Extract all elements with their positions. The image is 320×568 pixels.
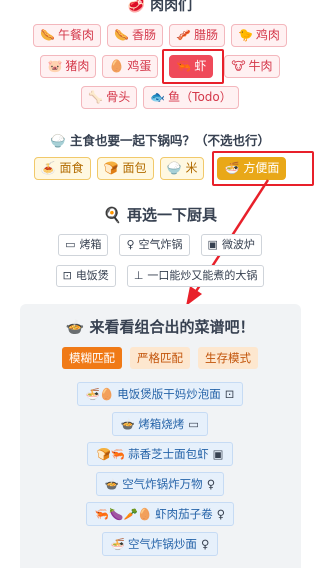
oven-icon: ▭ — [188, 417, 200, 431]
meat-chip-sausage[interactable]: 🌭 香肠 — [107, 24, 163, 47]
recipe-label: 电饭煲版干妈炒泡面 — [117, 387, 221, 401]
rice-cooker-icon: ⊡ — [62, 269, 72, 282]
chip-label: 一口能炒又能煮的大锅 — [147, 269, 258, 282]
tool-chip-microwave[interactable]: ▣ 微波炉 — [200, 234, 262, 256]
chick-icon: 🐤 — [237, 28, 253, 42]
air-fryer-icon: ♀ — [126, 238, 135, 251]
bacon-icon: 🥓 — [176, 28, 191, 42]
chip-label: 猪肉 — [65, 59, 90, 73]
recipe-emoji-icons: 🍲 — [104, 477, 120, 491]
recipe-emoji-icons: 🍲 — [120, 417, 136, 431]
tool-chip-air-fryer[interactable]: ♀ 空气炸锅 — [119, 234, 190, 256]
meat-row-1: 🌭 午餐肉 🌭 香肠 🥓 腊肠 🐤 鸡肉 — [0, 24, 320, 47]
air-fryer-icon: ♀ — [206, 477, 216, 491]
chip-label: 牛肉 — [248, 59, 273, 73]
spaghetti-icon: 🍝 — [40, 161, 56, 175]
meat-chip-egg[interactable]: 🥚 鸡蛋 — [102, 55, 159, 78]
combo-title: 🍲 来看看组合出的菜谱吧！ — [65, 318, 255, 336]
recipe-emoji-icons: 🍜 — [110, 537, 125, 551]
recipe-panel — [20, 304, 301, 568]
meat-row-3: 🦴 骨头 🐟 鱼（Todo） — [0, 86, 320, 109]
egg-icon: 🥚 — [109, 59, 125, 73]
chip-label: 香肠 — [131, 28, 156, 42]
chip-label: 骨头 — [106, 90, 131, 104]
meat-chip-lunch-meat[interactable]: 🌭 午餐肉 — [33, 24, 102, 47]
mode-survival-button[interactable]: 生存模式 — [198, 347, 258, 369]
meat-chip-bone[interactable]: 🦴 骨头 — [81, 86, 138, 109]
chip-label: 鸡肉 — [255, 28, 280, 42]
recipe-label: 空气炸锅炒面 — [127, 537, 197, 551]
tool-chip-oven[interactable]: ▭ 烤箱 — [58, 234, 109, 256]
recipe-label: 蒜香芝士面包虾 — [128, 447, 209, 461]
microwave-icon: ▣ — [212, 447, 224, 461]
staples-title: 🍚 主食也要一起下锅吗？（不选也行） — [50, 133, 270, 148]
recipe-row-3: 🍞🦐 蒜香芝士面包虾 ▣ — [0, 442, 320, 466]
staple-chip-bread[interactable]: 🍞 面包 — [96, 157, 154, 180]
recipe-label: 虾肉茄子卷 — [155, 507, 213, 521]
microwave-icon: ▣ — [207, 238, 218, 251]
chip-label: 鱼（Todo） — [168, 90, 232, 104]
meat-chip-fish[interactable]: 🐟 鱼（Todo） — [143, 86, 239, 109]
fish-icon: 🐟 — [150, 90, 166, 104]
recipe-item[interactable]: 🍲 空气炸锅炸万物 ♀ — [95, 472, 225, 496]
rice-icon: 🍚 — [166, 161, 182, 175]
chip-label: 面食 — [59, 161, 84, 175]
chip-label: 午餐肉 — [58, 28, 95, 42]
hotdog-icon: 🌭 — [40, 28, 56, 42]
chip-label: 空气炸锅 — [138, 238, 183, 251]
meat-chip-chicken[interactable]: 🐤 鸡肉 — [230, 24, 287, 47]
staple-chip-rice[interactable]: 🍚 米 — [159, 157, 205, 180]
mode-row: 模糊匹配 严格匹配 生存模式 — [0, 347, 320, 369]
recipe-row-4: 🍲 空气炸锅炸万物 ♀ — [0, 472, 320, 496]
chip-label: 腊肠 — [193, 28, 218, 42]
hotdog-icon: 🌭 — [114, 28, 129, 42]
meat-chip-cured-sausage[interactable]: 🥓 腊肠 — [169, 24, 225, 47]
meats-title: 🥩 肉肉们 — [127, 0, 193, 14]
recipe-row-5: 🦐🍆🥕🥚 虾肉茄子卷 ♀ — [0, 502, 320, 526]
recipe-item[interactable]: 🍞🦐 蒜香芝士面包虾 ▣ — [87, 442, 233, 466]
recipe-row-2: 🍲 烤箱烧烤 ▭ — [0, 412, 320, 436]
bread-icon: 🍞 — [103, 161, 119, 175]
chip-label: 微波炉 — [221, 238, 255, 251]
highlight-shrimp — [162, 49, 224, 84]
chip-label: 面包 — [122, 161, 147, 175]
tool-chip-big-pot[interactable]: ⊥ 一口能炒又能煮的大锅 — [126, 265, 265, 287]
bone-icon: 🦴 — [88, 90, 104, 104]
oven-icon: ▭ — [65, 238, 76, 251]
chip-label: 米 — [185, 161, 198, 175]
rice-cooker-icon: ⊡ — [224, 387, 235, 401]
highlight-instant-noodles — [212, 151, 314, 186]
recipe-row-6: 🍜 空气炸锅炒面 ♀ — [0, 532, 320, 556]
mode-fuzzy-button[interactable]: 模糊匹配 — [62, 347, 122, 369]
meat-row-2: 🐷 猪肉 🥚 鸡蛋 🦐 虾 🐮 牛肉 — [0, 55, 320, 78]
tool-chip-rice-cooker[interactable]: ⊡ 电饭煲 — [55, 265, 116, 287]
tools-row-1: ▭ 烤箱 ♀ 空气炸锅 ▣ 微波炉 — [0, 234, 320, 256]
recipe-emoji-icons: 🍜🥚 — [85, 387, 115, 401]
chip-label: 烤箱 — [79, 238, 102, 251]
recipe-label: 烤箱烧烤 — [138, 417, 185, 431]
mode-strict-button[interactable]: 严格匹配 — [130, 347, 190, 369]
chip-label: 电饭煲 — [75, 269, 109, 282]
staple-chip-noodles[interactable]: 🍝 面食 — [33, 157, 91, 180]
meat-chip-pork[interactable]: 🐷 猪肉 — [40, 55, 97, 78]
air-fryer-icon: ♀ — [216, 507, 226, 521]
recipe-item[interactable]: 🍲 烤箱烧烤 ▭ — [111, 412, 209, 436]
cow-icon: 🐮 — [231, 59, 246, 73]
pot-icon: ⊥ — [133, 269, 144, 282]
recipe-row-1: 🍜🥚 电饭煲版干妈炒泡面 ⊡ — [0, 382, 320, 406]
recipe-emoji-icons: 🦐🍆🥕🥚 — [94, 507, 153, 521]
pig-icon: 🐷 — [47, 59, 63, 73]
tools-title: 🍳 再选一下厨具 — [103, 206, 217, 224]
recipe-emoji-icons: 🍞🦐 — [96, 447, 126, 461]
meat-chip-beef[interactable]: 🐮 牛肉 — [224, 55, 280, 78]
recipe-label: 空气炸锅炸万物 — [122, 477, 203, 491]
recipe-item[interactable]: 🍜🥚 电饭煲版干妈炒泡面 ⊡ — [76, 382, 244, 406]
recipe-item[interactable]: 🍜 空气炸锅炒面 ♀ — [101, 532, 219, 556]
recipe-item[interactable]: 🦐🍆🥕🥚 虾肉茄子卷 ♀ — [85, 502, 235, 526]
chip-label: 鸡蛋 — [127, 59, 152, 73]
air-fryer-icon: ♀ — [200, 537, 210, 551]
tools-row-2: ⊡ 电饭煲 ⊥ 一口能炒又能煮的大锅 — [0, 265, 320, 287]
